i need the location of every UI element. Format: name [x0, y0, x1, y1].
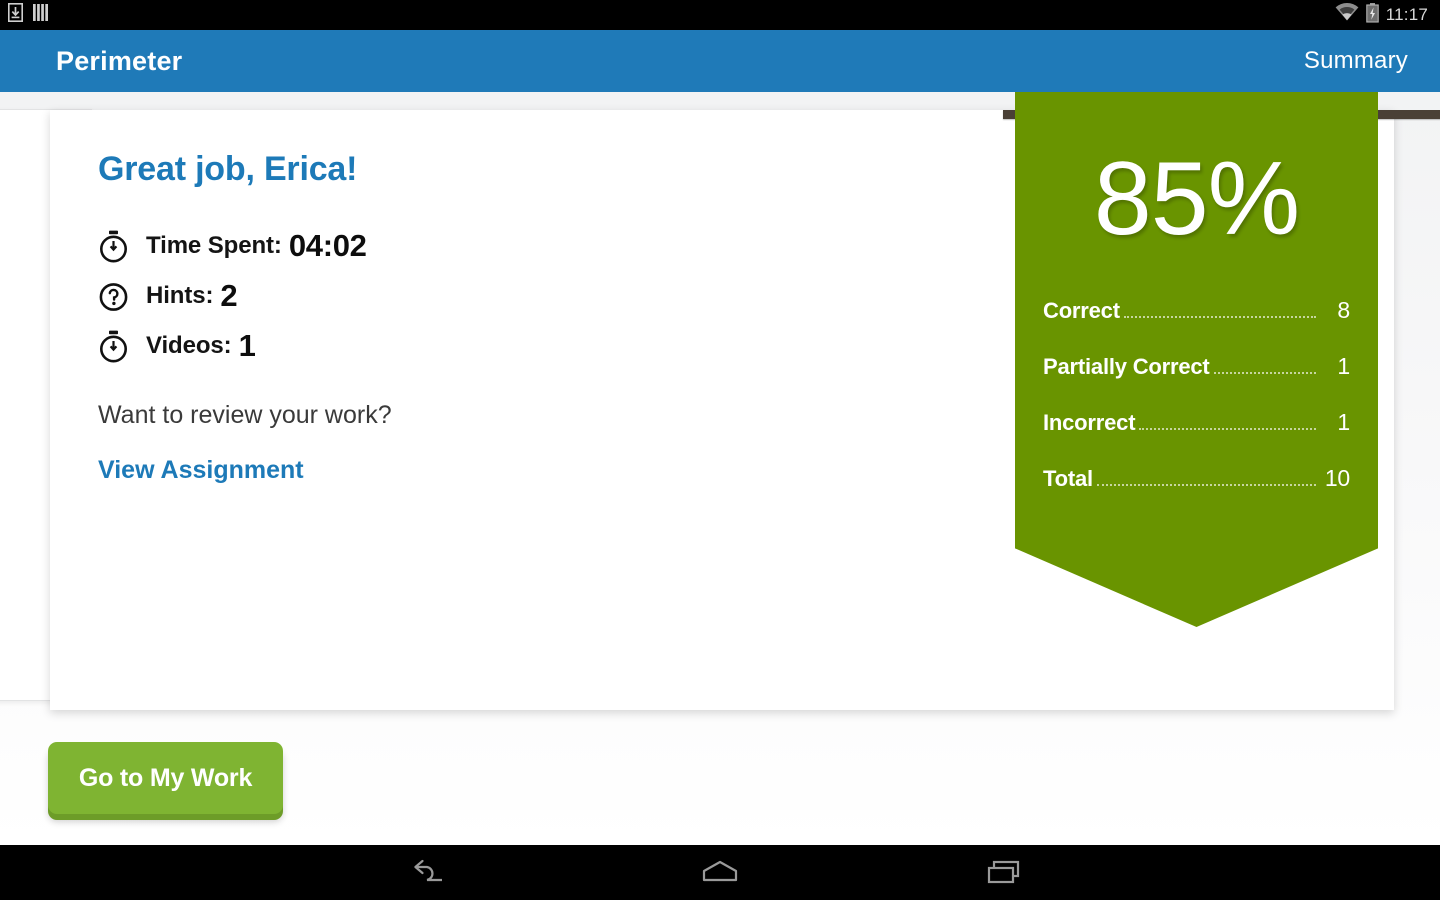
leader-dots [1123, 316, 1316, 318]
ribbon-pin-right-icon [1376, 110, 1440, 119]
page-content: Great job, Erica! Time Spent: 04:02 Hint… [0, 92, 1440, 845]
status-bar-clock: 11:17 [1385, 5, 1428, 24]
score-row-partially-correct: Partially Correct 1 [1043, 353, 1350, 409]
sim-signal-icon [33, 3, 50, 27]
summary-action[interactable]: Summary [1304, 47, 1408, 75]
view-assignment-link[interactable]: View Assignment [98, 456, 304, 485]
back-icon[interactable] [400, 849, 470, 897]
score-row-label: Total [1043, 466, 1093, 491]
stat-value: 2 [220, 278, 238, 313]
score-row-value: 10 [1324, 465, 1350, 491]
leader-dots [1213, 372, 1316, 374]
go-to-my-work-button[interactable]: Go to My Work [48, 742, 283, 814]
score-row-correct: Correct 8 [1043, 297, 1350, 353]
score-row-value: 1 [1337, 409, 1350, 435]
score-ribbon: 85% Correct 8 Partially Correct 1 Incorr… [1015, 92, 1378, 627]
stat-value: 04:02 [288, 228, 367, 263]
score-row-label: Incorrect [1043, 410, 1136, 435]
status-bar-left-icons [8, 3, 50, 27]
score-row-value: 1 [1337, 353, 1350, 379]
score-row-total: Total 10 [1043, 465, 1350, 521]
score-percent: 85% [1093, 141, 1300, 257]
score-breakdown-list: Correct 8 Partially Correct 1 Incorrect … [1015, 297, 1378, 521]
question-circle-icon [98, 280, 132, 313]
download-icon [8, 3, 23, 27]
wifi-icon [1335, 3, 1359, 27]
home-icon[interactable] [685, 849, 755, 897]
android-nav-bar [0, 845, 1440, 900]
app-root: 11:17 Perimeter Summary Great job, Erica… [0, 0, 1440, 900]
stat-label: Hints: [146, 282, 214, 309]
score-row-label: Correct [1043, 298, 1120, 323]
stat-value: 1 [238, 328, 256, 363]
score-ribbon-wrapper: 85% Correct 8 Partially Correct 1 Incorr… [965, 92, 1440, 632]
page-title: Perimeter [56, 45, 183, 76]
battery-charging-icon [1365, 2, 1379, 28]
score-row-label: Partially Correct [1043, 354, 1210, 379]
android-status-bar: 11:17 [0, 0, 1440, 30]
leader-dots [1096, 484, 1316, 486]
stat-label: Time Spent: [146, 232, 282, 259]
app-bar: Perimeter Summary [0, 30, 1440, 92]
leader-dots [1139, 428, 1316, 430]
score-row-incorrect: Incorrect 1 [1043, 409, 1350, 465]
stat-label: Videos: [146, 332, 232, 359]
stopwatch-icon [98, 230, 132, 263]
score-row-value: 8 [1337, 297, 1350, 323]
stopwatch-icon [98, 330, 132, 363]
recents-icon[interactable] [970, 849, 1040, 897]
status-bar-right-icons: 11:17 [1335, 2, 1428, 28]
